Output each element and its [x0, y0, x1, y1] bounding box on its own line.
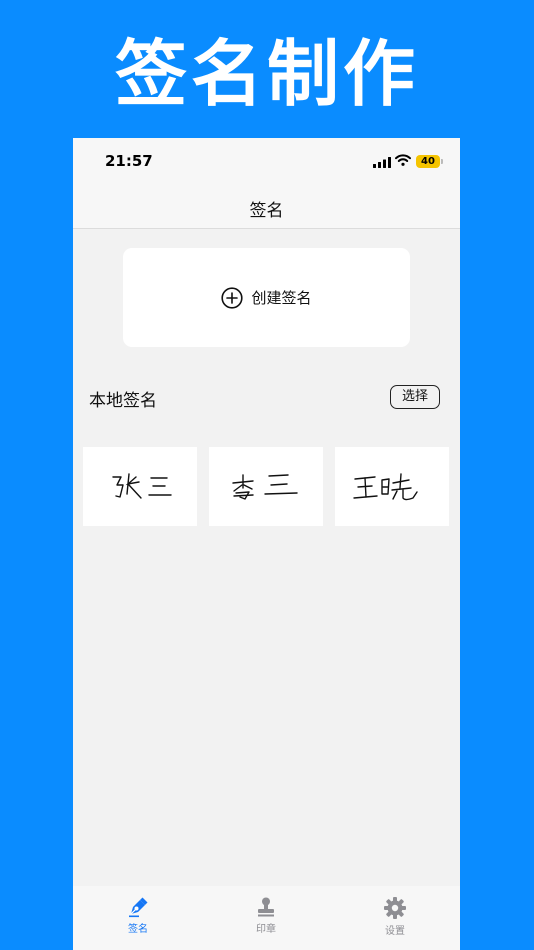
- status-bar: 21:57 40: [73, 138, 460, 184]
- handwritten-signature-lisan: [232, 474, 298, 500]
- signature-card-wangxiao[interactable]: [335, 447, 449, 526]
- signature-grid: [83, 447, 450, 526]
- gear-icon: [384, 897, 406, 919]
- stamp-icon: [258, 897, 274, 917]
- promo-banner-title: 签名制作: [114, 32, 419, 116]
- create-signature-button[interactable]: 创建签名: [123, 248, 410, 347]
- cellular-signal-icon: [373, 157, 391, 168]
- battery-indicator: 40: [416, 155, 440, 168]
- tab-settings-label: 设置: [385, 926, 405, 937]
- tab-signature-label: 签名: [128, 924, 148, 935]
- pen-icon: [129, 897, 148, 918]
- handwritten-signature-wangxiao: [353, 473, 418, 501]
- phone-screen: 21:57 40 签名 创建签名 本地签名 选择 签名 印章 设置: [73, 138, 460, 950]
- battery-tip: [441, 159, 443, 164]
- tab-stamp-label: 印章: [256, 924, 276, 935]
- navigation-bar: 签名: [73, 184, 460, 229]
- tab-signature[interactable]: 签名: [93, 896, 183, 935]
- page-title: 签名: [249, 201, 284, 221]
- signature-card-zhangsan[interactable]: [83, 447, 197, 526]
- wifi-icon: [395, 154, 411, 166]
- create-signature-label: 创建签名: [251, 289, 312, 307]
- tab-settings[interactable]: 设置: [350, 896, 440, 937]
- handwritten-signature-zhangsan: [112, 473, 172, 499]
- plus-circle-icon: [221, 286, 244, 309]
- tab-bar: 签名 印章 设置: [73, 886, 460, 950]
- tab-stamp[interactable]: 印章: [221, 896, 311, 935]
- signature-card-lisan[interactable]: [209, 447, 323, 526]
- local-signatures-heading: 本地签名: [89, 391, 157, 411]
- status-time: 21:57: [105, 152, 153, 170]
- select-button[interactable]: 选择: [390, 385, 440, 409]
